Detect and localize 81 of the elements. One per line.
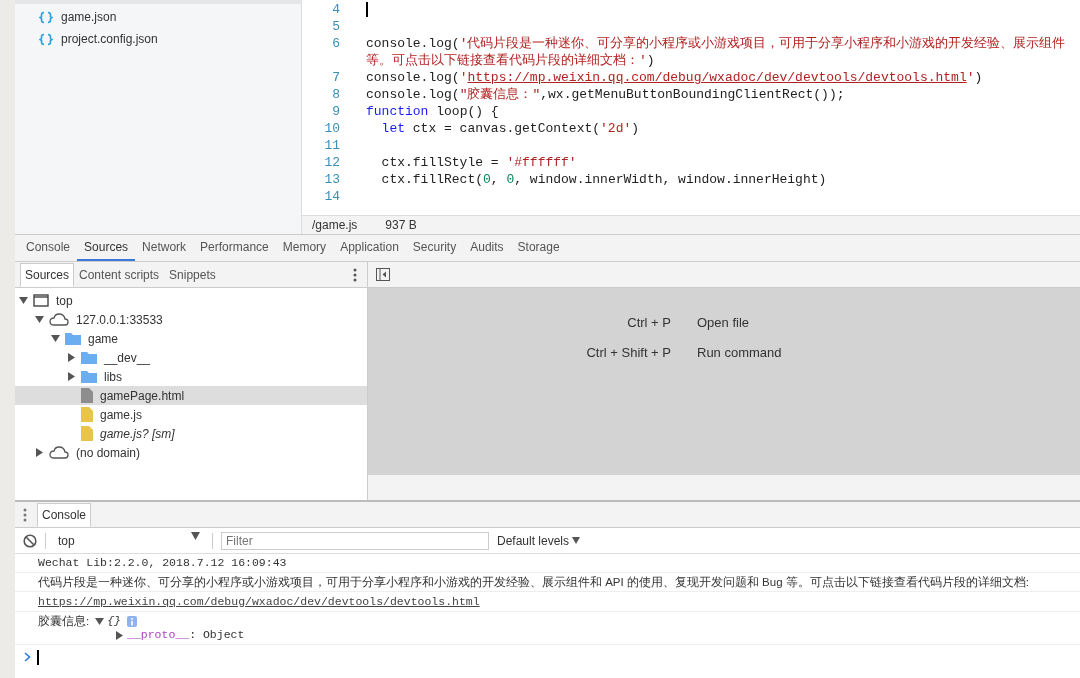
code-line: 等。可点击以下链接查看代码片段的详细文档：') <box>366 52 655 69</box>
navigator-tab[interactable]: Snippets <box>164 263 221 287</box>
code-line: console.log('https://mp.weixin.qq.com/debug/wxadoc/dev/devtools/devtools.html') <box>366 69 983 86</box>
console-link[interactable]: https://mp.weixin.qq.com/debug/wxadoc/dev/devtools/devtools.html <box>38 595 480 608</box>
panel-tab[interactable]: Network <box>135 235 194 261</box>
folder-icon <box>81 370 97 383</box>
panel-tab[interactable]: Security <box>405 235 464 261</box>
line-number: 14 <box>323 188 340 205</box>
file-icon <box>81 407 93 422</box>
tree-item[interactable]: __dev__ <box>15 348 367 367</box>
file-icon <box>81 426 93 441</box>
panel-tab[interactable]: Console <box>19 235 78 261</box>
file-path: /game.js <box>312 217 358 234</box>
shortcut-action: Open file <box>697 314 751 332</box>
dropdown-arrow-icon <box>572 537 581 544</box>
tree-item[interactable]: game.js? [sm] <box>15 424 367 443</box>
folder-icon <box>65 332 81 345</box>
panel-tab[interactable]: Performance <box>193 235 276 261</box>
line-number: 4 <box>331 1 340 18</box>
sidebar-toggle-icon[interactable] <box>376 268 390 281</box>
line-number: 11 <box>323 137 340 154</box>
line-number: 7 <box>331 69 340 86</box>
prompt-icon <box>24 652 31 662</box>
more-icon[interactable] <box>353 268 357 282</box>
code-line: let ctx = canvas.getContext('2d') <box>380 120 640 137</box>
panel-tab[interactable]: Application <box>333 235 406 261</box>
tree-item[interactable]: gamePage.html <box>15 386 367 405</box>
object-label: 胶囊信息: <box>38 614 90 628</box>
line-number: 5 <box>331 18 340 35</box>
more-icon[interactable] <box>23 508 27 522</box>
console-message: 代码片段是一种迷你、可分享的小程序或小游戏项目，可用于分享小程序和小游戏的开发经验、展示组件和 API 的使用、复现开发问题和 Bug 等。可点击以下链接查看代码片段的详细文档: <box>15 573 1080 592</box>
line-number: 10 <box>323 120 340 137</box>
code-line: ctx.fillStyle = '#ffffff' <box>380 154 577 171</box>
filter-field[interactable]: Filter <box>221 531 489 550</box>
panel-tab[interactable]: Storage <box>510 235 567 261</box>
code-line: console.log("胶囊信息：",wx.getMenuButtonBoundingClientRect()); <box>366 86 845 103</box>
context-select[interactable]: top <box>54 531 204 550</box>
line-number: 9 <box>331 103 340 120</box>
levels-dropdown[interactable]: Default levels <box>497 531 581 550</box>
dropdown-arrow-icon <box>191 531 200 540</box>
collapsed-arrow-icon[interactable] <box>35 447 44 457</box>
navigator-tab[interactable]: Sources <box>20 263 75 287</box>
object-property[interactable]: __proto__: Object <box>38 628 1080 642</box>
shortcut-keys: Ctrl + P <box>586 313 671 333</box>
expanded-arrow-icon <box>95 616 105 626</box>
line-number: 12 <box>323 154 340 171</box>
file-icon <box>81 388 93 403</box>
drawer-tab[interactable]: Console <box>37 503 92 527</box>
braces-icon <box>39 32 53 46</box>
braces-icon <box>39 10 53 24</box>
shortcut-action: Run command <box>697 343 782 362</box>
folder-icon <box>81 351 97 364</box>
file-name[interactable]: project.config.json <box>61 30 158 48</box>
tree-item[interactable]: libs <box>15 367 367 386</box>
file-name[interactable]: game.json <box>61 8 117 26</box>
line-number: 8 <box>331 86 340 103</box>
file-size: 937 B <box>385 217 417 234</box>
code-line: console.log('代码片段是一种迷你、可分享的小程序或小游戏项目，可用于分享小程序和小游戏的开发经验、展示组件 <box>366 35 1066 52</box>
tree-item[interactable]: top <box>15 291 367 310</box>
text-cursor <box>366 2 368 17</box>
cloud-icon <box>49 313 69 326</box>
code-line: function loop() { <box>366 103 499 120</box>
tree-item[interactable]: game <box>15 329 367 348</box>
cloud-icon <box>49 446 69 459</box>
line-number: 6 <box>331 35 340 52</box>
navigator-tab[interactable]: Content scripts <box>74 263 165 287</box>
tree-item[interactable]: 127.0.0.1:33533 <box>15 310 367 329</box>
shortcut-keys: Ctrl + Shift + P <box>586 342 671 362</box>
clear-icon[interactable] <box>23 533 37 548</box>
code-line: ctx.fillRect(0, 0, window.innerWidth, window.innerHeight) <box>380 171 827 188</box>
object-toggle[interactable]: {} <box>95 614 121 628</box>
line-number: 13 <box>323 171 340 188</box>
info-icon <box>127 615 137 627</box>
panel-tab[interactable]: Memory <box>275 235 334 261</box>
console-message: Wechat Lib:2.2.0, 2018.7.12 16:09:43 <box>15 554 1080 573</box>
tree-item[interactable]: (no domain) <box>15 443 367 462</box>
frame-icon <box>33 294 49 307</box>
panel-tab[interactable]: Audits <box>463 235 511 261</box>
collapsed-arrow-icon <box>115 630 124 640</box>
text-cursor <box>37 650 39 665</box>
tree-item[interactable]: game.js <box>15 405 367 424</box>
